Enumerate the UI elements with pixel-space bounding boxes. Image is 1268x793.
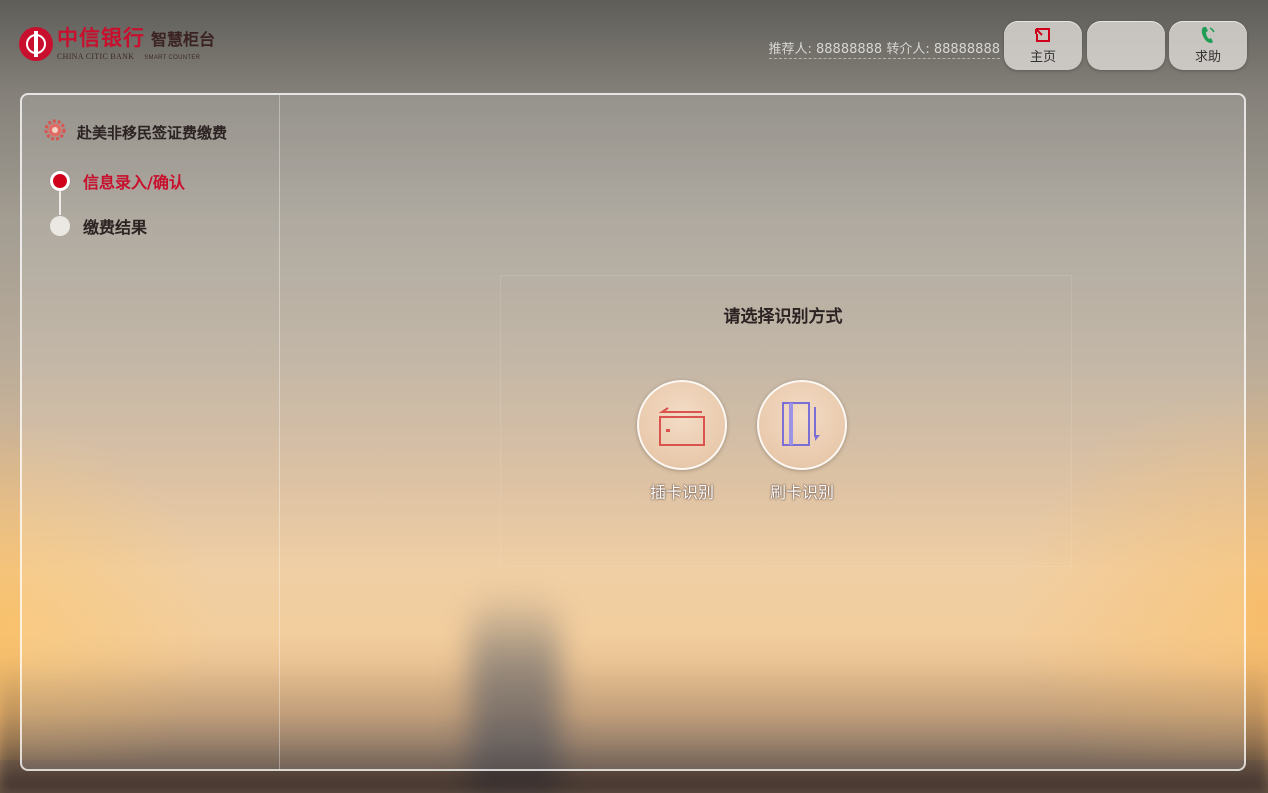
sidebar: 赴美非移民签证费缴费 信息录入/确认 缴费结果 <box>22 95 280 769</box>
step-label: 缴费结果 <box>83 218 148 237</box>
card-swipe-icon <box>782 402 820 446</box>
logo-text: 中信银行 智慧柜台 CHINA CITIC BANK SMART COUNTER <box>57 25 216 62</box>
service-title: 赴美非移民签证费缴费 <box>44 119 227 145</box>
bank-logo: 中信银行 智慧柜台 CHINA CITIC BANK SMART COUNTER <box>19 27 215 61</box>
brand-name-cn: 中信银行 <box>57 25 145 50</box>
help-button-label: 求助 <box>1194 50 1221 65</box>
help-button[interactable]: 求助 <box>1169 21 1247 70</box>
step-active-indicator <box>50 171 70 191</box>
referrer-info: 推荐人: 88888888 转介人: 88888888 <box>768 38 1000 59</box>
product-name-en: SMART COUNTER <box>144 55 201 61</box>
swipe-card-option[interactable]: 刷卡识别 <box>752 380 852 503</box>
step-pending-indicator <box>50 216 70 236</box>
home-button[interactable]: 主页 <box>1004 21 1082 70</box>
phone-icon <box>1169 26 1247 44</box>
step-payment-result: 缴费结果 <box>50 214 185 238</box>
insert-card-button[interactable] <box>637 380 727 470</box>
main-panel: 赴美非移民签证费缴费 信息录入/确认 缴费结果 请选择识别方式 插卡识别 刷卡识… <box>20 93 1246 771</box>
insert-card-option[interactable]: 插卡识别 <box>632 380 732 503</box>
gear-icon <box>44 119 66 145</box>
identify-method-prompt: 请选择识别方式 <box>723 307 843 327</box>
insert-card-label: 插卡识别 <box>649 483 714 502</box>
swipe-card-button[interactable] <box>757 380 847 470</box>
citic-logo-icon <box>19 27 53 61</box>
card-insert-icon <box>658 407 705 446</box>
step-info-entry: 信息录入/确认 <box>50 169 185 193</box>
swipe-card-label: 刷卡识别 <box>769 483 834 502</box>
product-name-cn: 智慧柜台 <box>151 30 216 49</box>
step-label: 信息录入/确认 <box>83 173 185 192</box>
home-button-label: 主页 <box>1029 50 1056 65</box>
service-title-text: 赴美非移民签证费缴费 <box>77 123 228 142</box>
step-list: 信息录入/确认 缴费结果 <box>50 169 185 259</box>
brand-name-en: CHINA CITIC BANK <box>57 52 135 61</box>
blank-header-button[interactable] <box>1087 21 1165 70</box>
home-return-icon <box>1004 26 1082 44</box>
